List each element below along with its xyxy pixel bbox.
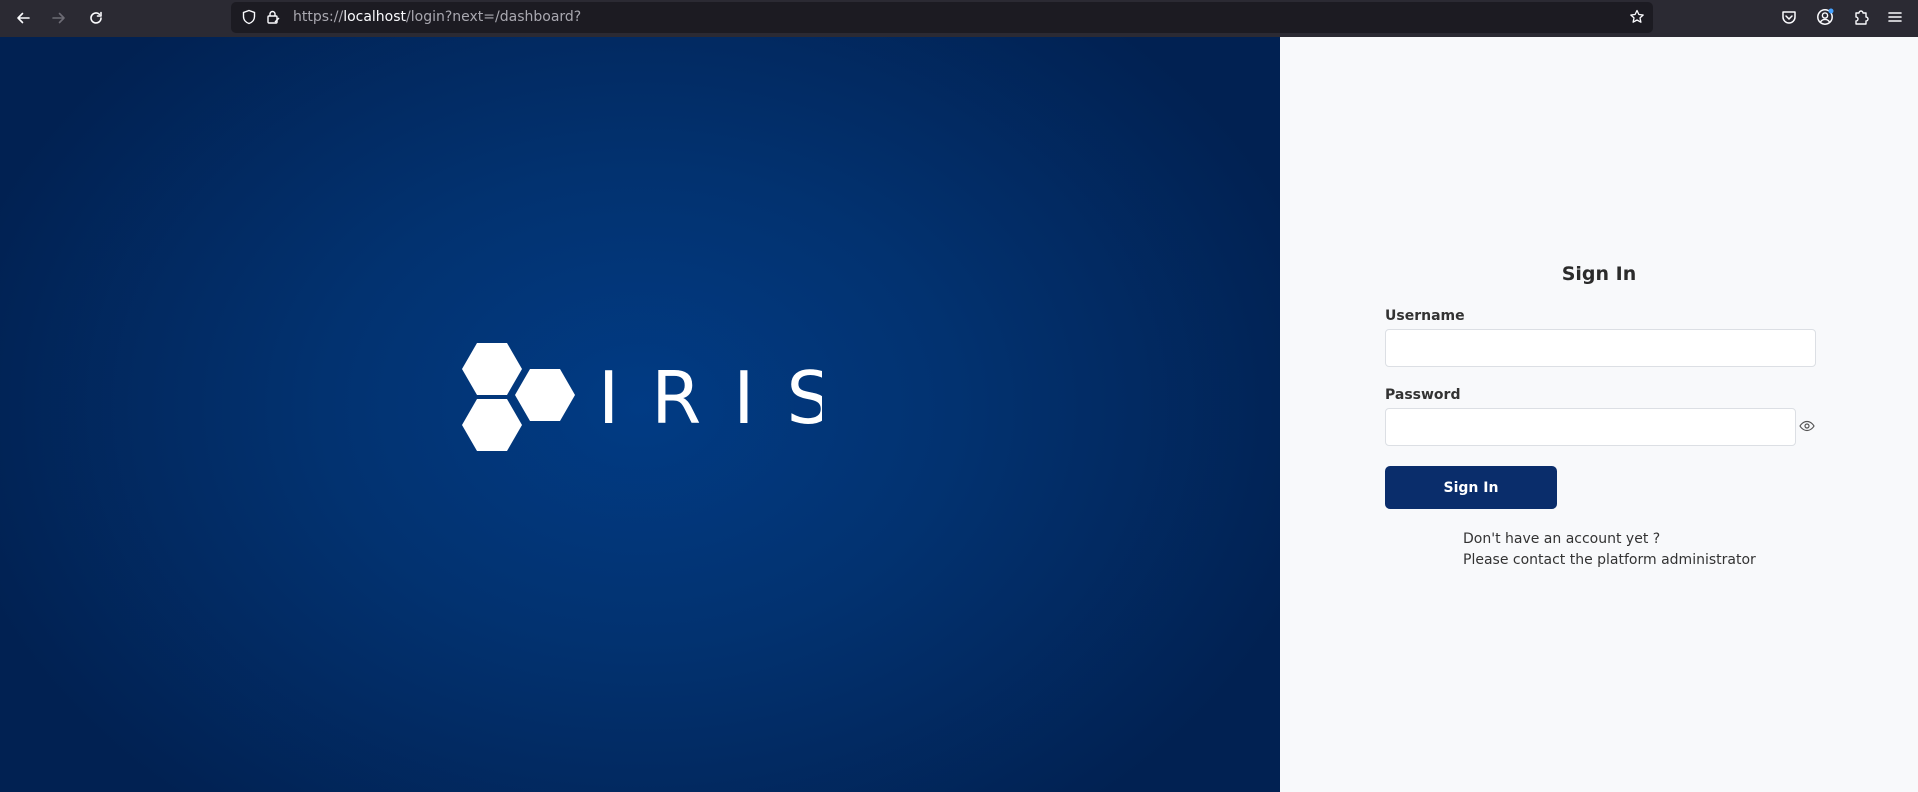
- pocket-icon[interactable]: [1780, 8, 1798, 26]
- forward-button[interactable]: [46, 5, 72, 31]
- browser-toolbar: https://localhost/login?next=/dashboard?: [0, 0, 1918, 37]
- signin-title: Sign In: [1561, 263, 1637, 285]
- signin-panel: Sign In Username Password Sign In Don't …: [1280, 37, 1918, 792]
- reload-button[interactable]: [83, 5, 109, 31]
- hero-panel: IRIS: [0, 37, 1280, 792]
- iris-logo: IRIS: [462, 343, 832, 467]
- show-password-eye-icon[interactable]: [1799, 418, 1815, 434]
- url-text[interactable]: https://localhost/login?next=/dashboard?: [293, 2, 581, 33]
- back-button[interactable]: [10, 5, 36, 31]
- logo-text: IRIS: [598, 356, 822, 440]
- back-arrow-icon: [17, 12, 30, 24]
- forward-arrow-icon: [52, 12, 65, 24]
- no-account-text: Don't have an account yet ?: [1463, 531, 1661, 547]
- password-label: Password: [1385, 387, 1461, 403]
- reload-icon: [90, 11, 102, 24]
- lock-icon[interactable]: [265, 9, 281, 25]
- extensions-icon[interactable]: [1852, 8, 1870, 26]
- url-path: /login?next=/dashboard?: [406, 9, 582, 25]
- shield-icon[interactable]: [241, 9, 257, 25]
- menu-icon[interactable]: [1886, 8, 1904, 26]
- url-host: localhost: [343, 9, 407, 25]
- bookmark-star-icon[interactable]: [1629, 9, 1645, 25]
- url-scheme: https://: [293, 9, 344, 25]
- hexagon-logo-icon: IRIS: [462, 343, 832, 451]
- account-icon[interactable]: [1816, 8, 1834, 26]
- password-input[interactable]: [1385, 408, 1796, 446]
- username-input[interactable]: [1385, 329, 1816, 367]
- address-bar[interactable]: https://localhost/login?next=/dashboard?: [231, 2, 1653, 33]
- contact-admin-text: Please contact the platform administrato…: [1463, 552, 1756, 568]
- username-label: Username: [1385, 308, 1465, 324]
- signin-button[interactable]: Sign In: [1385, 466, 1557, 509]
